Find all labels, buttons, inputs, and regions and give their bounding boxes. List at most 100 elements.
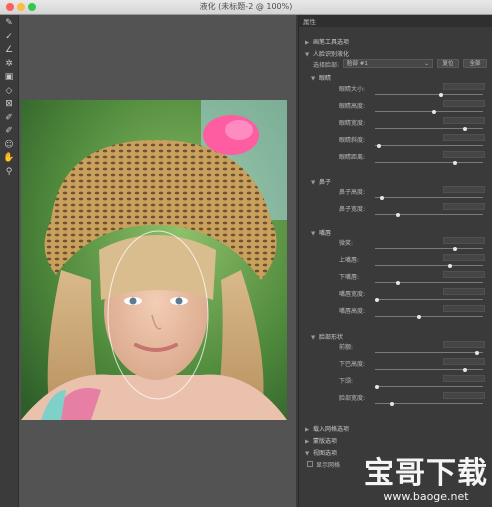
slider-thumb[interactable] — [453, 160, 457, 165]
section-nose-label: 鼻子 — [319, 179, 332, 186]
pucker-icon[interactable]: ▣ — [3, 72, 15, 83]
face-select-label: 选择脸部: — [313, 62, 340, 69]
slider-thumb[interactable] — [463, 126, 468, 131]
face-select-dropdown[interactable]: 脸部 #1 ⌄ — [343, 59, 433, 68]
slider-value-field[interactable] — [443, 305, 485, 312]
hand-icon[interactable]: ✋ — [3, 153, 15, 164]
slider-label: 眼睛宽度: — [339, 120, 366, 127]
section-face-shape[interactable]: ▼ 脸部形状 — [311, 332, 343, 341]
reset-button[interactable]: 复位 — [437, 59, 459, 68]
slider-track[interactable] — [375, 282, 483, 283]
slider-value-field[interactable] — [443, 117, 485, 124]
slider-value-field[interactable] — [443, 358, 485, 365]
slider-label: 下嘴唇: — [339, 274, 360, 281]
slider-track[interactable] — [375, 197, 483, 198]
reconstruct-icon[interactable]: ✓ — [3, 32, 15, 43]
slider-label: 上嘴唇: — [339, 257, 360, 264]
forward-warp-icon[interactable]: ✎ — [3, 18, 15, 29]
panel-header-label: 属性 — [303, 18, 316, 26]
window-titlebar: 液化 (未标题-2 @ 100%) — [0, 0, 492, 15]
slider-label: 脸部宽度: — [339, 395, 366, 402]
zoom-icon[interactable]: ⚲ — [3, 167, 15, 178]
panel-header: 属性 — [299, 15, 492, 27]
slider-track[interactable] — [375, 316, 483, 317]
slider-value-field[interactable] — [443, 134, 485, 141]
section-nose[interactable]: ▼ 鼻子 — [311, 177, 331, 186]
slider-thumb[interactable] — [380, 195, 385, 200]
bloat-icon[interactable]: ◇ — [3, 86, 15, 97]
section-eyes[interactable]: ▼ 眼睛 — [311, 73, 331, 82]
slider-value-field[interactable] — [443, 341, 485, 348]
slider-track[interactable] — [375, 94, 483, 95]
thaw-mask-icon[interactable]: ✐ — [3, 126, 15, 137]
slider-value-field[interactable] — [443, 83, 485, 90]
slider-track[interactable] — [375, 265, 483, 266]
slider-value-field[interactable] — [443, 100, 485, 107]
watermark: 宝哥下载 www.baoge.net — [364, 457, 488, 503]
slider-value-field[interactable] — [443, 271, 485, 278]
slider-thumb[interactable] — [395, 280, 400, 285]
slider-value-field[interactable] — [443, 254, 485, 261]
slider-label: 前额: — [339, 344, 354, 351]
slider-thumb[interactable] — [463, 367, 468, 372]
slider-label: 嘴唇宽度: — [339, 291, 366, 298]
slider-value-field[interactable] — [443, 375, 485, 382]
slider-thumb[interactable] — [453, 246, 457, 251]
section-view[interactable]: ▼ 视图选项 — [305, 448, 337, 457]
slider-thumb[interactable] — [377, 143, 382, 148]
section-load-mesh-label: 载入网格选项 — [313, 426, 350, 433]
slider-value-field[interactable] — [443, 392, 485, 399]
preview-photo[interactable] — [21, 100, 287, 420]
watermark-url: www.baoge.net — [383, 490, 469, 503]
section-face-shape-label: 脸部形状 — [319, 334, 344, 341]
chevron-down-icon: ⌄ — [424, 61, 429, 67]
twirl-icon[interactable]: ✲ — [3, 59, 15, 70]
show-mesh-checkbox[interactable] — [307, 461, 313, 467]
slider-value-field[interactable] — [443, 237, 485, 244]
section-brush-tool[interactable]: ▶ 画笔工具选项 — [305, 37, 349, 46]
slider-thumb[interactable] — [375, 384, 379, 389]
window-title: 液化 (未标题-2 @ 100%) — [199, 2, 293, 11]
section-eyes-label: 眼睛 — [319, 75, 332, 82]
section-brush-tool-label: 画笔工具选项 — [313, 39, 350, 46]
slider-track[interactable] — [375, 145, 483, 146]
slider-thumb[interactable] — [395, 212, 400, 217]
slider-value-field[interactable] — [443, 203, 485, 210]
slider-value-field[interactable] — [443, 288, 485, 295]
slider-track[interactable] — [375, 352, 483, 353]
slider-label: 眼睛斜度: — [339, 137, 366, 144]
freeze-mask-icon[interactable]: ✐ — [3, 113, 15, 124]
slider-thumb[interactable] — [474, 350, 479, 355]
show-mesh-label: 显示网格 — [316, 462, 341, 469]
liquify-toolbar: ✎ ✓ ∠ ✲ ▣ ◇ ⊠ ✐ ✐ ☺ ✋ ⚲ — [0, 15, 19, 507]
push-left-icon[interactable]: ⊠ — [3, 99, 15, 110]
section-mask[interactable]: ▶ 蒙版选项 — [305, 436, 337, 445]
slider-track[interactable] — [375, 162, 483, 163]
slider-thumb[interactable] — [389, 401, 394, 406]
slider-label: 下巴高度: — [339, 361, 366, 368]
slider-value-field[interactable] — [443, 186, 485, 193]
slider-thumb[interactable] — [432, 109, 437, 114]
slider-label: 眼睛高度: — [339, 103, 366, 110]
slider-track[interactable] — [375, 248, 483, 249]
slider-track[interactable] — [375, 386, 483, 387]
all-button[interactable]: 全部 — [463, 59, 487, 68]
slider-value-field[interactable] — [443, 151, 485, 158]
section-mouth[interactable]: ▼ 嘴唇 — [311, 228, 331, 237]
face-tool-icon[interactable]: ☺ — [3, 140, 15, 151]
smooth-icon[interactable]: ∠ — [3, 45, 15, 56]
slider-thumb[interactable] — [416, 314, 421, 319]
slider-track[interactable] — [375, 111, 483, 112]
slider-track[interactable] — [375, 214, 483, 215]
slider-label: 眼睛距离: — [339, 154, 366, 161]
slider-label: 微笑: — [339, 240, 354, 247]
section-load-mesh[interactable]: ▶ 载入网格选项 — [305, 424, 349, 433]
slider-thumb[interactable] — [375, 297, 379, 302]
slider-label: 鼻子高度: — [339, 189, 366, 196]
girl-photo-image — [21, 100, 287, 420]
slider-label: 鼻子宽度: — [339, 206, 366, 213]
slider-label: 嘴唇高度: — [339, 308, 366, 315]
section-face-aware[interactable]: ▼ 人脸识别液化 — [305, 49, 349, 58]
slider-track[interactable] — [375, 299, 483, 300]
slider-thumb[interactable] — [447, 263, 452, 268]
